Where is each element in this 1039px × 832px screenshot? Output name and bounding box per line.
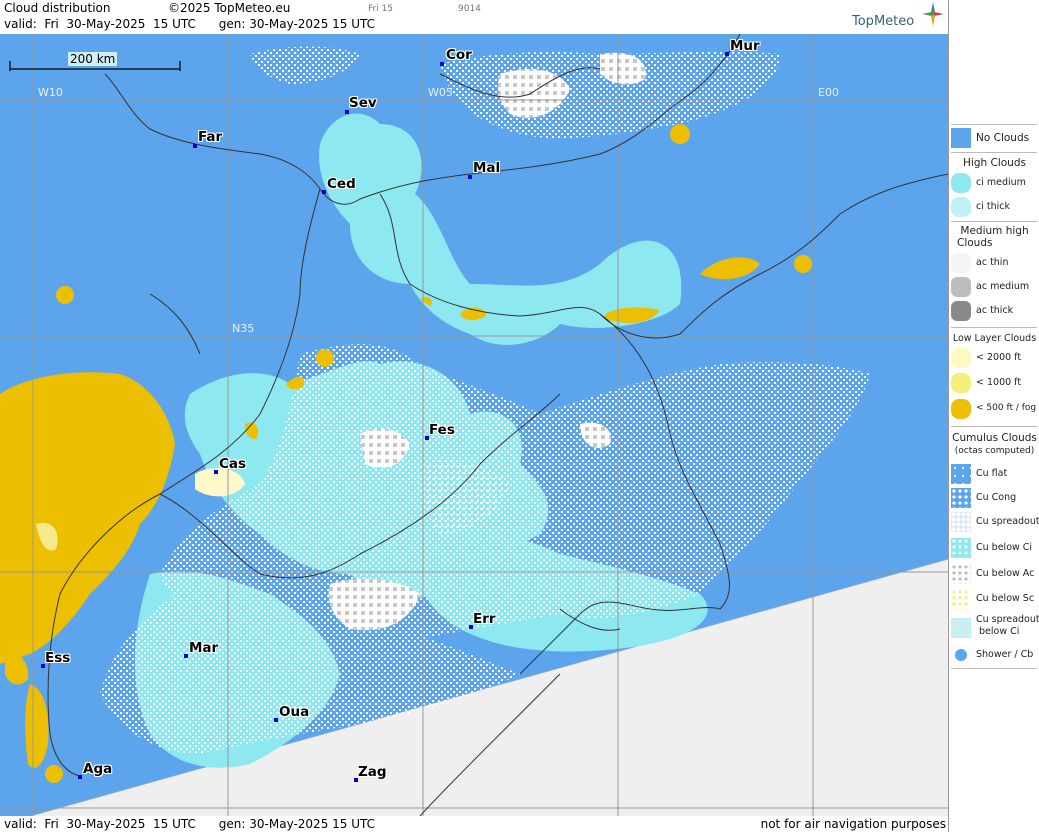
- scale-bar-label: 200 km: [68, 52, 118, 66]
- legend-label: Cu spreadout: [976, 516, 1039, 527]
- legend-swatch: [951, 253, 971, 273]
- legend-label: Cu below Sc: [976, 593, 1035, 604]
- header-bar: Cloud distribution ©2025 TopMeteo.eu val…: [0, 0, 948, 34]
- city-label-ced: Ced: [327, 176, 356, 192]
- compass-star-icon: [922, 2, 944, 26]
- legend-label: ci thick: [976, 201, 1010, 212]
- legend-label: Cu flat: [976, 468, 1008, 479]
- city-marker: [725, 52, 729, 56]
- legend-heading-high: High Clouds: [963, 157, 1026, 169]
- legend-heading-medium-2: Clouds: [957, 237, 993, 249]
- legend-label: < 1000 ft: [976, 377, 1022, 388]
- city-marker: [78, 775, 82, 779]
- legend-label: Cu spreadout: [976, 614, 1039, 625]
- city-marker: [214, 470, 218, 474]
- city-label-err: Err: [473, 611, 496, 627]
- city-label-oua: Oua: [279, 704, 310, 720]
- legend-label: Cu below Ci: [976, 542, 1033, 553]
- valid-time-text: valid: Fri 30-May-2025 15 UTC gen: 30-Ma…: [4, 17, 376, 31]
- legend-swatch: [951, 348, 971, 368]
- legend-heading-medium-1: Medium high: [960, 225, 1029, 237]
- legend-label: below Ci: [979, 626, 1020, 637]
- legend-label: Shower / Cb: [976, 649, 1034, 660]
- legend-swatch: [951, 301, 971, 321]
- grid-label-w05: W05: [428, 86, 453, 99]
- legend-swatch: [951, 645, 971, 665]
- city-label-cor: Cor: [446, 47, 472, 63]
- city-label-ess: Ess: [45, 650, 71, 666]
- legend-separator: [951, 426, 1037, 427]
- city-marker: [322, 190, 326, 194]
- city-label-sev: Sev: [349, 95, 377, 111]
- legend-swatch: [951, 464, 971, 484]
- forecast-step-label: Fri 15: [368, 4, 394, 14]
- city-label-fes: Fes: [429, 422, 455, 438]
- legend-label: Cu Cong: [976, 492, 1017, 503]
- legend-swatch: [951, 618, 971, 638]
- city-label-far: Far: [198, 129, 223, 145]
- legend-heading-cu-1: Cumulus Clouds: [952, 432, 1037, 444]
- legend-label: < 2000 ft: [976, 352, 1022, 363]
- legend-panel: No Clouds High Clouds ci medium ci thick…: [948, 0, 1039, 832]
- map-canvas: [0, 34, 948, 816]
- legend-swatch: [951, 564, 971, 584]
- legend-separator: [951, 124, 1037, 125]
- legend-heading-cu-2: (octas computed): [954, 446, 1035, 456]
- legend-swatch: [951, 589, 971, 609]
- legend-label: ac medium: [976, 281, 1030, 292]
- city-marker: [274, 718, 278, 722]
- cloud-map[interactable]: 200 km W10 W05 E00 N35 Cor Mur Sev Far M…: [0, 34, 948, 816]
- legend-swatch: [951, 128, 971, 148]
- city-label-cas: Cas: [219, 456, 247, 472]
- legend-separator: [951, 668, 1037, 669]
- product-code-label: 9014: [458, 4, 481, 14]
- legend-separator: [951, 152, 1037, 153]
- city-label-aga: Aga: [83, 761, 113, 777]
- legend-swatch: [951, 399, 971, 419]
- legend-label: < 500 ft / fog: [976, 403, 1037, 413]
- legend-swatch: [951, 277, 971, 297]
- footer-bar: valid: Fri 30-May-2025 15 UTC gen: 30-Ma…: [0, 816, 948, 832]
- legend-label: ac thick: [976, 305, 1014, 316]
- grid-label-e00: E00: [818, 86, 839, 99]
- city-marker: [184, 654, 188, 658]
- footer-disclaimer: not for air navigation purposes: [760, 817, 946, 831]
- grid-label-w10: W10: [38, 86, 63, 99]
- footer-valid-time: valid: Fri 30-May-2025 15 UTC gen: 30-Ma…: [4, 817, 376, 831]
- legend-separator: [951, 327, 1037, 328]
- city-marker: [468, 175, 472, 179]
- grid-label-n35: N35: [232, 322, 255, 335]
- legend-swatch: [951, 173, 971, 193]
- city-label-mur: Mur: [730, 38, 760, 54]
- legend-label: ac thin: [976, 257, 1009, 268]
- legend-label: Cu below Ac: [976, 568, 1035, 579]
- city-label-mal: Mal: [473, 160, 501, 176]
- city-label-mar: Mar: [189, 640, 219, 656]
- legend-swatch: [951, 373, 971, 393]
- copyright-text: ©2025 TopMeteo.eu: [168, 1, 291, 15]
- legend-separator: [951, 221, 1037, 222]
- legend-label: ci medium: [976, 177, 1026, 188]
- city-marker: [440, 62, 444, 66]
- topmeteo-logo[interactable]: TopMeteo: [852, 14, 914, 29]
- legend-swatch: [951, 512, 971, 532]
- legend-heading-low: Low Layer Clouds: [952, 333, 1037, 344]
- legend-swatch: [951, 488, 971, 508]
- legend-swatch: [951, 197, 971, 217]
- map-title: Cloud distribution: [4, 1, 111, 15]
- legend-label: No Clouds: [976, 132, 1030, 144]
- city-label-zag: Zag: [358, 764, 387, 780]
- legend-swatch: [951, 538, 971, 558]
- city-marker: [193, 144, 197, 148]
